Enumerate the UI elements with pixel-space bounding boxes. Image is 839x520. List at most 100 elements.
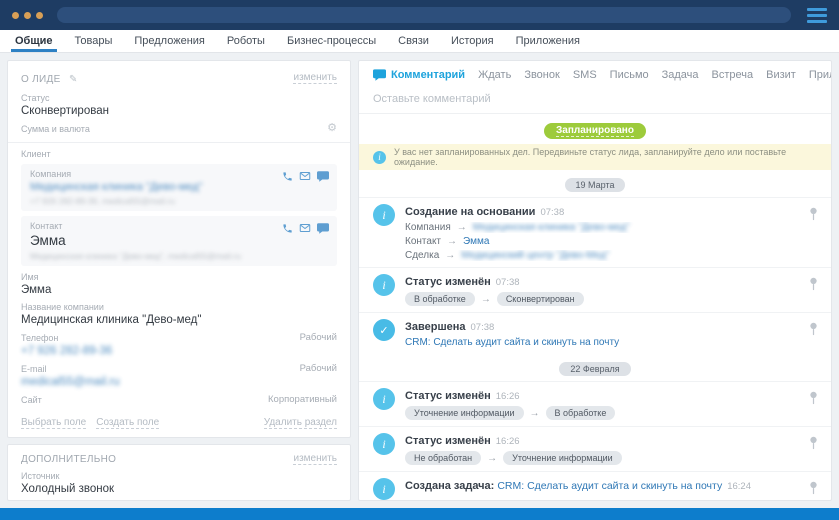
edit-lead-link[interactable]: изменить — [293, 72, 337, 84]
content-area: О ЛИДЕ ✎ изменить Статус Сконвертирован … — [0, 53, 839, 508]
email-value[interactable]: medical55@mail.ru — [21, 376, 337, 388]
pin-icon[interactable] — [809, 322, 818, 341]
task-row: CRM: Сделать аудит сайта и скинуть на по… — [405, 337, 797, 348]
nav-tab[interactable]: Товары — [64, 30, 124, 52]
timeline-entry: iСтатус изменён07:38В обработке→Сконверт… — [359, 267, 831, 312]
timeline-tab-label: Комментарий — [391, 69, 465, 81]
nav-tab[interactable]: Приложения — [505, 30, 591, 52]
entry-title-line: Завершена07:38 — [405, 319, 797, 334]
nav-tab[interactable]: Общие — [4, 30, 64, 52]
pin-icon[interactable] — [809, 277, 818, 296]
timeline-tab[interactable]: Приложения — [809, 69, 832, 81]
entry-time: 16:26 — [496, 391, 520, 402]
pin-icon[interactable] — [809, 481, 818, 500]
nav-tab[interactable]: Роботы — [216, 30, 276, 52]
arrow-icon: → — [481, 294, 491, 305]
phone-icon[interactable] — [282, 223, 293, 234]
bottom-bar — [0, 508, 839, 520]
info-icon: i — [373, 151, 386, 164]
nav-tab[interactable]: Предложения — [123, 30, 216, 52]
pin-icon[interactable] — [809, 436, 818, 455]
status-change-row: Не обработан→Уточнение информации — [405, 451, 797, 465]
entity-link[interactable]: Медицинский центр "Дево-Мед" — [461, 250, 609, 261]
timeline-tab[interactable]: Визит — [766, 69, 796, 81]
info-icon: i — [373, 478, 395, 500]
comment-input[interactable]: Оставьте комментарий — [359, 88, 831, 114]
timeline-tab[interactable]: Комментарий — [373, 69, 465, 81]
contact-actions — [282, 222, 329, 234]
window-dot — [36, 12, 43, 19]
timeline-tab[interactable]: Задача — [662, 69, 699, 81]
entry-relation-row: Компания→Медицинская клиника "Дево-мед" — [405, 222, 797, 233]
browser-topbar — [0, 0, 839, 30]
phone-icon[interactable] — [282, 171, 293, 182]
task-link[interactable]: CRM: Сделать аудит сайта и скинуть на по… — [405, 337, 619, 348]
status-value: Сконвертирован — [21, 105, 337, 117]
timeline-entry: i Создана задача:CRM: Сделать аудит сайта… — [359, 471, 831, 500]
entity-link[interactable]: Медицинская клиника "Дево-мед" — [473, 222, 630, 233]
entry-time: 16:24 — [727, 481, 751, 492]
arrow-icon: → — [447, 236, 457, 247]
timeline-tab-label: Задача — [662, 69, 699, 81]
timeline-entry: iСтатус изменён16:26Уточнение информации… — [359, 381, 831, 426]
entry-title-line: Создана задача:CRM: Сделать аудит сайта … — [405, 478, 797, 493]
site-type: Корпоративный — [268, 394, 337, 405]
nav-tab[interactable]: Связи — [387, 30, 440, 52]
contact-card[interactable]: Контакт Эмма Медицинская клиника "Дево-м… — [21, 216, 337, 266]
entity-link[interactable]: Эмма — [463, 236, 489, 247]
banner-text: У вас нет запланированных дел. Передвинь… — [394, 147, 817, 167]
contact-name[interactable]: Эмма — [30, 233, 328, 248]
pencil-icon[interactable]: ✎ — [69, 74, 77, 85]
timeline-tab[interactable]: Встреча — [712, 69, 754, 81]
email-icon[interactable] — [299, 222, 311, 234]
field-actions: Выбрать поле Создать поле Удалить раздел — [21, 417, 337, 429]
planned-badge[interactable]: Запланировано — [544, 123, 646, 139]
entry-body: Создание на основании07:38Компания→Медиц… — [405, 204, 797, 261]
entry-title: Статус изменён — [405, 435, 491, 447]
timeline-tab[interactable]: Ждать — [478, 69, 511, 81]
edit-additional-link[interactable]: изменить — [293, 453, 337, 465]
source-value: Холодный звонок — [21, 483, 337, 495]
info-icon: i — [373, 274, 395, 296]
info-icon: i — [373, 204, 395, 226]
relation-label: Контакт — [405, 236, 441, 247]
create-field-link[interactable]: Создать поле — [96, 417, 159, 429]
company-card[interactable]: Компания Медицинская клиника "Дево-мед" … — [21, 164, 337, 211]
nav-tab[interactable]: История — [440, 30, 505, 52]
timeline-tab[interactable]: Письмо — [610, 69, 649, 81]
entry-title: Статус изменён — [405, 390, 491, 402]
delete-section-link[interactable]: Удалить раздел — [264, 417, 337, 429]
company-name-link[interactable]: Медицинская клиника "Дево-мед" — [30, 181, 328, 193]
phone-value[interactable]: +7 926 282-89-36 — [21, 345, 337, 357]
gear-icon[interactable]: ⚙ — [327, 123, 337, 134]
entry-title: Создана задача: — [405, 480, 494, 492]
entry-time: 07:38 — [471, 322, 495, 333]
email-icon[interactable] — [299, 170, 311, 182]
chat-icon[interactable] — [317, 171, 329, 182]
nav-tabs: ОбщиеТоварыПредложенияРоботыБизнес-проце… — [0, 30, 839, 53]
select-field-link[interactable]: Выбрать поле — [21, 417, 86, 429]
window-dots — [12, 12, 43, 19]
menu-icon[interactable] — [807, 8, 827, 23]
nav-tab[interactable]: Бизнес-процессы — [276, 30, 387, 52]
pin-icon[interactable] — [809, 391, 818, 410]
email-type: Рабочий — [300, 363, 337, 374]
status-badge: Сконвертирован — [497, 292, 584, 306]
chat-icon[interactable] — [317, 223, 329, 234]
task-link[interactable]: CRM: Сделать аудит сайта и скинуть на по… — [497, 480, 722, 492]
site-field-label: Сайт — [21, 395, 42, 405]
address-bar[interactable] — [57, 7, 791, 23]
company-field-label: Название компании — [21, 302, 337, 312]
date-divider: 19 Марта — [359, 170, 831, 197]
phone-type: Рабочий — [300, 332, 337, 343]
lead-column: О ЛИДЕ ✎ изменить Статус Сконвертирован … — [7, 60, 351, 501]
timeline-tab[interactable]: Звонок — [524, 69, 560, 81]
timeline-tab[interactable]: SMS — [573, 69, 597, 81]
lead-panel: О ЛИДЕ ✎ изменить Статус Сконвертирован … — [7, 60, 351, 438]
entry-title: Статус изменён — [405, 276, 491, 288]
status-change-row: Уточнение информации→В обработке — [405, 406, 797, 420]
entry-time: 07:38 — [540, 207, 564, 218]
pin-icon[interactable] — [809, 207, 818, 226]
check-icon: ✓ — [373, 319, 395, 341]
info-icon: i — [373, 433, 395, 455]
